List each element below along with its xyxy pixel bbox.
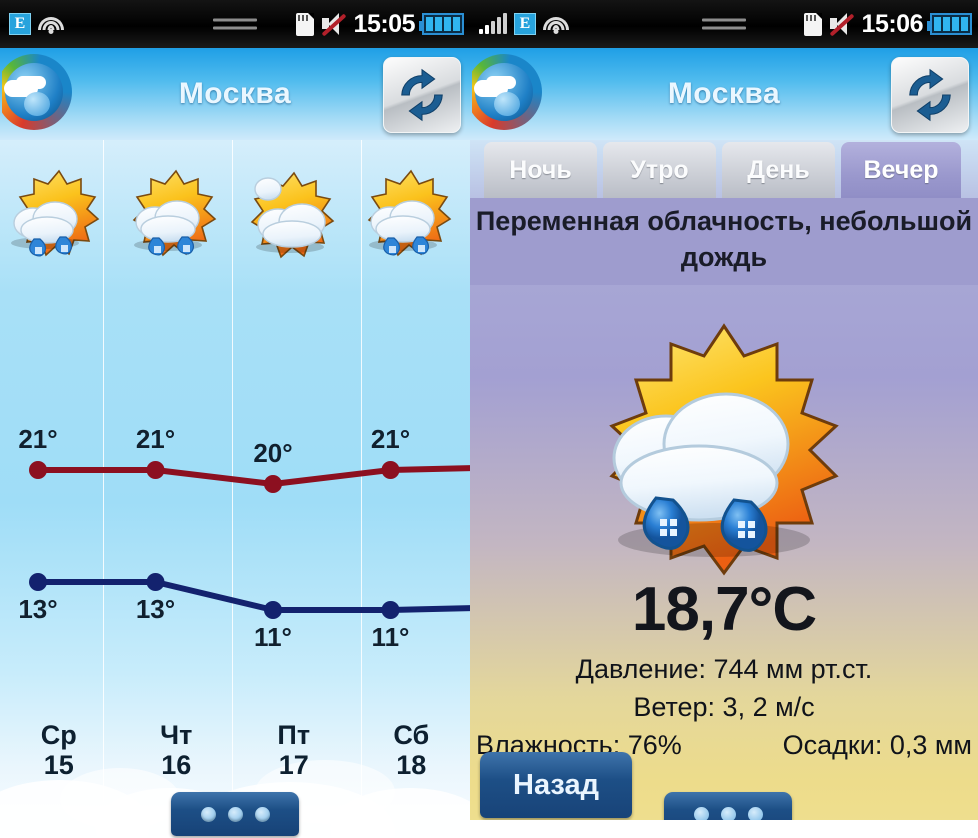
low-temp-label: 11° — [254, 622, 292, 652]
high-temp-label: 20° — [253, 438, 293, 468]
bottom-white-bar — [470, 820, 978, 838]
sd-card-icon — [803, 12, 822, 36]
left-phone-screen: E 15:05 Москва 21° 21° 20° 21° 13° 13° 1… — [0, 0, 470, 838]
tab-0[interactable]: Ночь — [484, 142, 597, 198]
low-temp-label: 13° — [135, 594, 176, 624]
tab-1[interactable]: Утро — [603, 142, 716, 198]
e-network-icon: E — [9, 13, 31, 35]
data-point — [146, 461, 165, 479]
page-title: Москва — [667, 77, 781, 110]
low-temp-label: 11° — [371, 622, 410, 652]
period-tabs: Ночь Утро День Вечер — [484, 142, 978, 198]
daynum-label: 18 — [396, 750, 427, 780]
menu-lines-icon — [213, 18, 257, 30]
status-time: 15:05 — [353, 9, 416, 38]
daynum-label: 15 — [43, 750, 74, 780]
weekday-label: Чт — [160, 720, 193, 750]
data-point — [29, 573, 47, 591]
battery-icon — [419, 13, 464, 35]
rainbow-globe-logo — [472, 54, 544, 132]
refresh-button[interactable] — [383, 57, 461, 133]
low-temp-label: 13° — [18, 594, 58, 624]
wind-value: Ветер: 3, 2 м/с — [633, 692, 815, 722]
precipitation-value: Осадки: 0,3 мм — [782, 730, 972, 760]
left-app-header: Москва — [0, 48, 470, 140]
weekday-label: Сб — [393, 720, 430, 750]
wifi-icon — [543, 14, 569, 34]
wifi-icon — [38, 14, 64, 34]
pressure-value: Давление: 744 мм рт.ст. — [575, 654, 873, 684]
refresh-icon — [401, 68, 443, 122]
day-label: Сб 18 — [353, 720, 471, 780]
daynum-label: 16 — [161, 750, 192, 780]
sd-card-icon — [295, 12, 314, 36]
data-point — [264, 601, 282, 619]
weather-detail-area: Июнь, 16, Четверг, Вечер НочьУтроДеньВеч… — [470, 140, 978, 838]
high-temp-label: 21° — [370, 424, 411, 454]
weekday-label: Пт — [277, 720, 311, 750]
back-button[interactable]: Назад — [480, 752, 632, 818]
rainbow-globe-logo — [2, 54, 74, 132]
sun-cloud-rain-icon — [609, 323, 839, 576]
data-point — [29, 461, 47, 479]
day-label: Ср 15 — [0, 720, 118, 780]
weekday-label: Ср — [40, 720, 77, 750]
current-temperature: 18,7°C — [631, 575, 817, 644]
mute-icon — [321, 13, 347, 37]
day-labels-row: Ср 15 Чт 16 Пт 17 Сб 18 — [0, 720, 470, 780]
weather-description: Переменная облачность, небольшой дождь — [470, 198, 978, 285]
tab-3[interactable]: Вечер — [841, 142, 961, 198]
data-point — [381, 601, 400, 619]
dual-screenshot: E 15:05 Москва 21° 21° 20° 21° 13° 13° 1… — [0, 0, 978, 838]
right-status-bar: E 15:06 — [470, 0, 978, 48]
weather-metrics: Давление: 744 мм рт.ст. Ветер: 3, 2 м/с … — [470, 650, 978, 764]
data-point — [264, 475, 282, 493]
left-status-bar: E 15:05 — [0, 0, 470, 48]
data-point — [146, 573, 165, 591]
refresh-icon — [909, 68, 951, 122]
refresh-button[interactable] — [891, 57, 969, 133]
right-phone-screen: E 15:06 Москва Ночь Утро День Вечер Пере… — [470, 0, 978, 838]
daynum-label: 17 — [278, 750, 309, 780]
menu-lines-icon — [702, 18, 746, 30]
day-label: Чт 16 — [118, 720, 236, 780]
data-point — [381, 461, 400, 479]
e-network-icon: E — [514, 13, 536, 35]
signal-bars-icon — [479, 13, 507, 34]
mute-icon — [829, 13, 855, 37]
day-label: Пт 17 — [235, 720, 353, 780]
forecast-chart-area: 21° 21° 20° 21° 13° 13° 11° 11° Ср 15 Чт 16 Пт 17 Сб… — [0, 140, 470, 838]
page-title: Москва — [178, 77, 292, 110]
options-menu-button[interactable] — [171, 792, 299, 836]
high-temp-label: 21° — [18, 424, 58, 454]
tab-2[interactable]: День — [722, 142, 835, 198]
status-time: 15:06 — [861, 9, 924, 38]
battery-icon — [927, 13, 972, 35]
high-temp-label: 21° — [135, 424, 176, 454]
right-app-header: Москва — [470, 48, 978, 140]
